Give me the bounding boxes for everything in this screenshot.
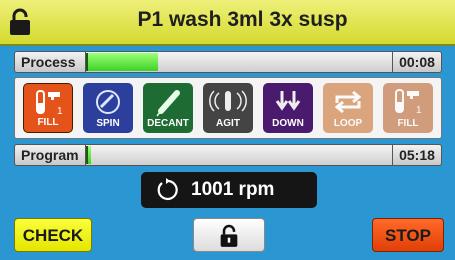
program-time: 05:18 [392, 144, 442, 166]
program-progress-fill [86, 146, 92, 164]
tube-faucet-icon: 1 [395, 89, 422, 116]
padlock-open-icon [220, 224, 238, 247]
tube-faucet-icon: 1 [36, 90, 63, 117]
svg-text:1: 1 [57, 106, 63, 117]
step-label: DOWN [272, 118, 304, 129]
title-bar: P1 wash 3ml 3x susp [0, 0, 455, 46]
down-arrows-icon [275, 91, 301, 111]
step-label: FILL [37, 117, 59, 128]
step-fill-2[interactable]: 1 FILL [383, 83, 433, 133]
svg-text:1: 1 [416, 105, 422, 116]
rotate-icon [157, 178, 178, 201]
step-label: LOOP [333, 118, 363, 129]
check-button[interactable]: CHECK [14, 218, 92, 252]
step-label: SPIN [96, 118, 120, 129]
decant-icon [156, 90, 180, 117]
step-spin[interactable]: SPIN [83, 83, 133, 133]
process-progress-fill [86, 53, 159, 71]
program-title: P1 wash 3ml 3x susp [137, 8, 348, 31]
bottom-toolbar: CHECK STOP [0, 216, 455, 253]
process-track [86, 51, 392, 73]
step-down[interactable]: DOWN [263, 83, 313, 133]
program-bar: Program 05:18 [14, 144, 442, 166]
agitate-icon [209, 90, 247, 112]
spin-icon [96, 90, 120, 114]
program-label: Program [14, 144, 86, 166]
step-sequence: 1 FILL SPIN DECANT AGIT DOWN LOOP 1 FILL [14, 77, 442, 139]
stop-button[interactable]: STOP [372, 218, 444, 252]
process-bar: Process 00:08 [14, 51, 442, 73]
process-label: Process [14, 51, 86, 73]
lock-button[interactable] [193, 218, 265, 252]
step-loop[interactable]: LOOP [323, 83, 373, 133]
padlock-open-icon[interactable] [8, 8, 32, 36]
process-time: 00:08 [392, 51, 442, 73]
step-label: DECANT [147, 118, 189, 129]
program-track [86, 144, 392, 166]
step-label: AGIT [216, 118, 240, 129]
step-fill-1[interactable]: 1 FILL [23, 83, 73, 133]
rpm-value: 1001 rpm [191, 179, 275, 200]
step-decant[interactable]: DECANT [143, 83, 193, 133]
step-agit[interactable]: AGIT [203, 83, 253, 133]
step-label: FILL [397, 118, 419, 129]
loop-icon [334, 90, 362, 114]
rpm-display: 1001 rpm [141, 172, 317, 208]
